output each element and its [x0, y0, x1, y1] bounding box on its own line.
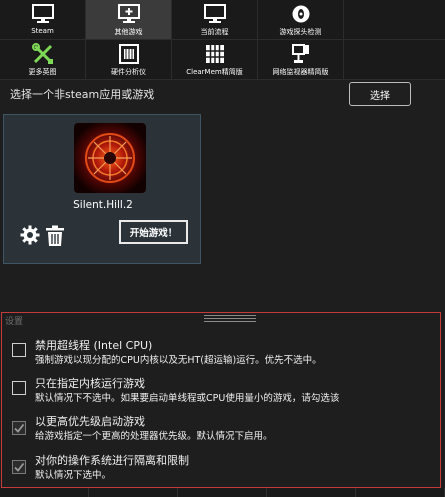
checkbox-disable-hyperthreading[interactable]: [12, 343, 26, 357]
game-icon[interactable]: [74, 123, 146, 193]
toolbar-button-game-probe[interactable]: 游戏探头检测: [258, 0, 344, 40]
option-title: 禁用超线程 (Intel CPU): [35, 339, 153, 352]
option-title: 以更高优先级启动游戏: [35, 415, 145, 428]
bottom-status-strip: [0, 488, 445, 497]
network-icon: [288, 43, 314, 65]
resize-grip[interactable]: [204, 315, 256, 323]
option-description: 强制游戏以现分配的CPU内核以及无HT(超运输)运行。优先不选中。: [35, 355, 322, 366]
select-app-prompt: 选择一个非steam应用或游戏: [10, 88, 155, 101]
option-high-priority: 以更高优先级启动游戏 给游戏指定一个更高的处理器优先级。默认情况下启用。: [2, 413, 440, 453]
option-description: 默认情况下不选中。如果要启动单线程或CPU使用量小的游戏，请勾选该: [35, 393, 340, 404]
monitor-icon: [202, 3, 228, 25]
tools-icon: [30, 43, 56, 65]
toolbar-button-label: 当前流程: [200, 28, 229, 36]
toolbar-button-other-games[interactable]: 其他游戏: [86, 0, 172, 40]
toolbar-button-label: 其他游戏: [114, 28, 143, 36]
option-disable-hyperthreading: 禁用超线程 (Intel CPU) 强制游戏以现分配的CPU内核以及无HT(超运…: [2, 337, 440, 377]
toolbar-button-hardware-analyzer[interactable]: 硬件分析仪: [86, 40, 172, 80]
toolbar-button-clearmem[interactable]: ClearMem精简版: [172, 40, 258, 80]
option-title: 对你的操作系统进行隔离和限制: [35, 454, 189, 467]
toolbar-row-1: Steam 其他游戏 当前流程 游戏探头检测: [0, 0, 445, 40]
toolbar-button-label: 更多英图: [28, 68, 57, 76]
option-title: 只在指定内核运行游戏: [35, 377, 145, 390]
toolbar-button-current-process[interactable]: 当前流程: [172, 0, 258, 40]
toolbar-button-label: ClearMem精简版: [186, 68, 243, 76]
toolbar-spacer: [344, 0, 445, 40]
option-specific-cores: 只在指定内核运行游戏 默认情况下不选中。如果要启动单线程或CPU使用量小的游戏，…: [2, 375, 440, 415]
toolbar-button-label: Steam: [31, 27, 54, 35]
game-card[interactable]: Silent.Hill.2 开始游戏！: [3, 114, 201, 264]
toolbar-button-steam[interactable]: Steam: [0, 0, 86, 40]
toolbar: Steam 其他游戏 当前流程 游戏探头检测 更多英图 硬件分析仪 ClearM…: [0, 0, 445, 80]
memory-grid-icon: [202, 43, 228, 65]
chip-icon: [116, 43, 142, 65]
toolbar-button-label: 游戏探头检测: [279, 28, 322, 36]
gear-icon[interactable]: [20, 225, 40, 245]
start-game-button[interactable]: 开始游戏！: [119, 220, 188, 244]
select-button[interactable]: 选择: [349, 82, 411, 106]
toolbar-spacer: [344, 40, 445, 80]
eye-disc-icon: [288, 3, 314, 25]
checkbox-high-priority[interactable]: [12, 421, 26, 435]
option-description: 默认情况下选中。: [35, 470, 112, 481]
option-description: 给游戏指定一个更高的处理器优先级。默认情况下启用。: [35, 431, 273, 442]
settings-title: 设置: [5, 317, 24, 327]
toolbar-button-network-monitor[interactable]: 网络监视器精简版: [258, 40, 344, 80]
option-isolate-os: 对你的操作系统进行隔离和限制 默认情况下选中。: [2, 452, 440, 487]
game-name: Silent.Hill.2: [73, 199, 133, 211]
monitor-plus-icon: [116, 3, 142, 25]
toolbar-button-more-tools[interactable]: 更多英图: [0, 40, 86, 80]
checkmark-icon: [14, 462, 25, 472]
checkbox-isolate-os[interactable]: [12, 460, 26, 474]
toolbar-button-label: 硬件分析仪: [111, 68, 146, 76]
monitor-icon: [30, 3, 56, 25]
toolbar-row-2: 更多英图 硬件分析仪 ClearMem精简版 网络监视器精简版: [0, 40, 445, 80]
settings-panel: 设置 禁用超线程 (Intel CPU) 强制游戏以现分配的CPU内核以及无HT…: [1, 312, 441, 488]
toolbar-button-label: 网络监视器精简版: [272, 68, 329, 76]
trash-icon[interactable]: [45, 225, 65, 247]
checkmark-icon: [14, 423, 25, 433]
checkbox-specific-cores[interactable]: [12, 381, 26, 395]
